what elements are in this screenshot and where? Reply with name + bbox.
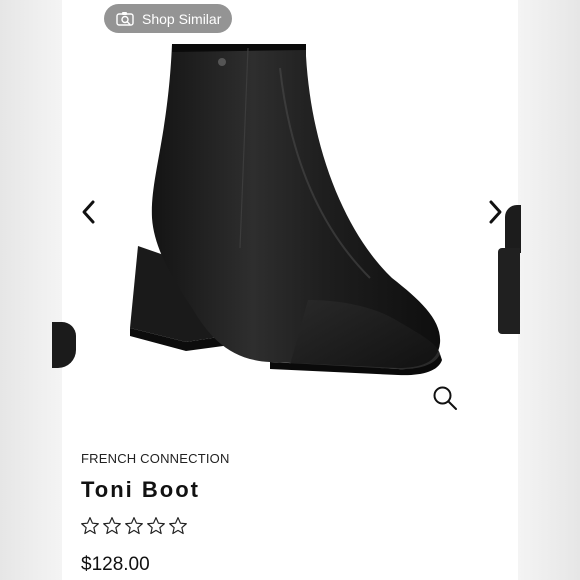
next-boot-peek-heel: [498, 248, 520, 334]
star-outline-icon: [147, 517, 165, 535]
star-outline-icon: [125, 517, 143, 535]
shop-similar-button[interactable]: Shop Similar: [104, 4, 232, 33]
product-brand[interactable]: FRENCH CONNECTION: [81, 451, 230, 466]
product-price: $128.00: [81, 554, 150, 575]
chevron-left-icon[interactable]: [76, 198, 102, 226]
product-image-boot[interactable]: [120, 38, 450, 378]
chevron-right-icon[interactable]: [482, 198, 508, 226]
camera-search-icon: [116, 11, 134, 26]
product-title: Toni Boot: [81, 477, 200, 502]
star-outline-icon: [81, 517, 99, 535]
rating-stars[interactable]: [80, 516, 188, 536]
shop-similar-label: Shop Similar: [142, 10, 222, 27]
magnifier-icon[interactable]: [431, 384, 459, 412]
right-adjacent-image: [518, 0, 580, 580]
star-outline-icon: [169, 517, 187, 535]
star-outline-icon: [103, 517, 121, 535]
left-adjacent-image: [0, 0, 62, 580]
